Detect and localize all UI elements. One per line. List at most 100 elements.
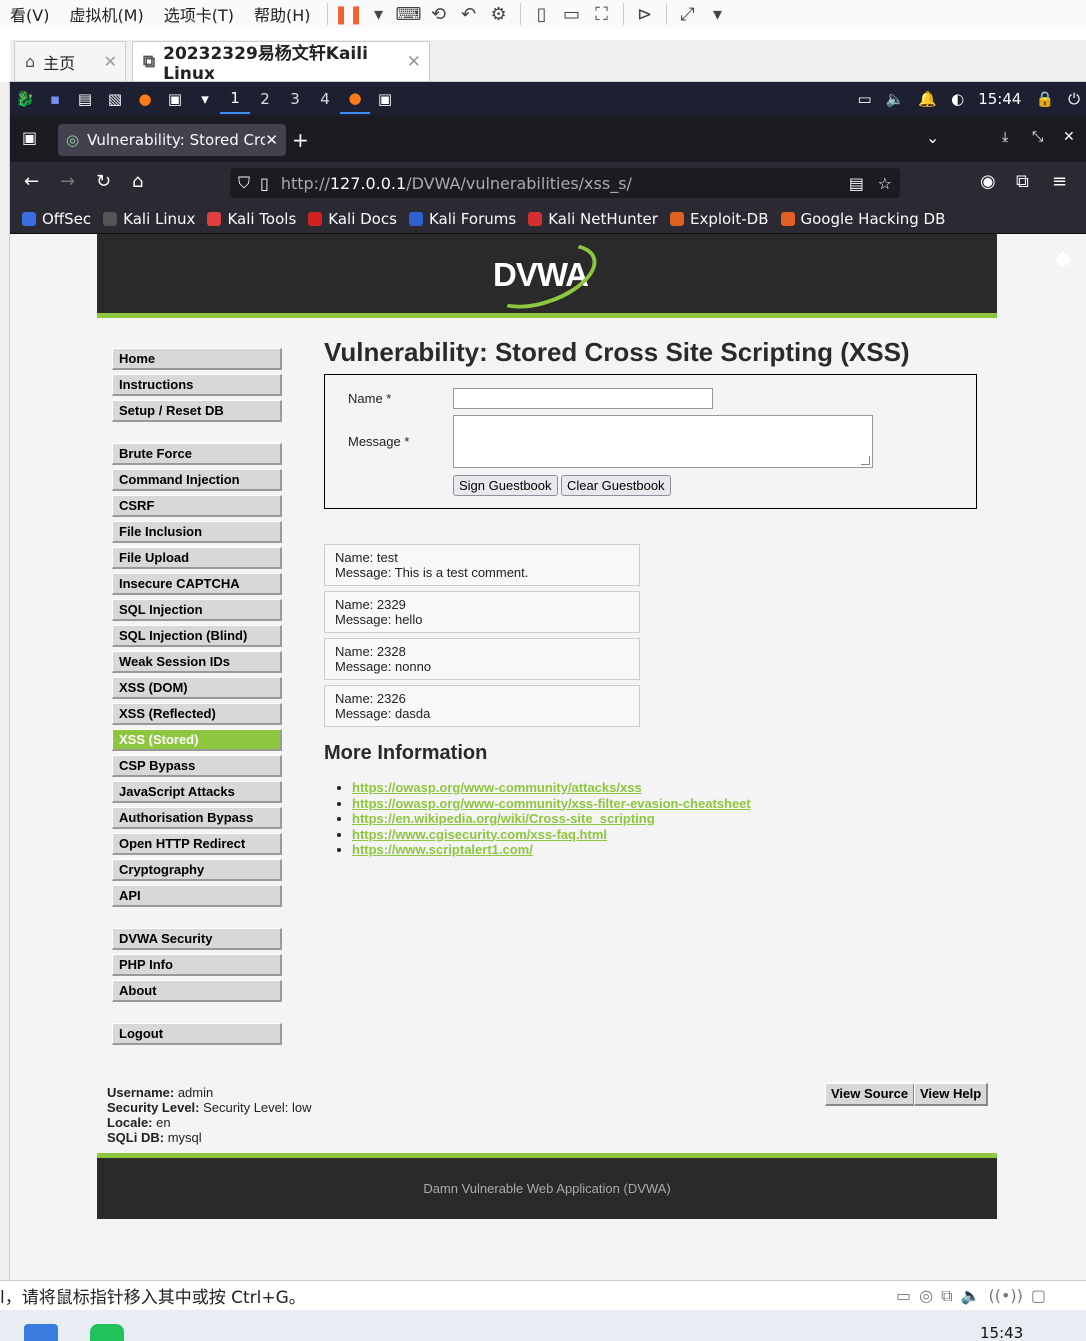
terminal-window-icon[interactable]: ▣ [370, 84, 400, 114]
url-bar[interactable]: ⛉ ▯ http:// 127.0.0.1 /DVWA/vulnerabilit… [230, 168, 900, 198]
sign-guestbook-button[interactable]: Sign Guestbook [453, 475, 558, 496]
sidebar-item-dvwa-security[interactable]: DVWA Security [112, 928, 282, 950]
hard-disk-icon[interactable]: ▭ [896, 1286, 911, 1306]
sidebar-item-authorisation-bypass[interactable]: Authorisation Bypass [112, 807, 282, 829]
wireless-icon[interactable]: ((•)) [988, 1286, 1022, 1306]
workspace-4[interactable]: 4 [310, 84, 340, 114]
back-icon[interactable]: ← [24, 171, 39, 192]
close-icon[interactable]: ✕ [104, 52, 117, 71]
list-tabs-icon[interactable]: ⌄ [926, 128, 939, 147]
account-icon[interactable]: ◉ [980, 171, 996, 192]
vm-menu-help[interactable]: 帮助(H) [244, 2, 321, 26]
sidebar-item-file-upload[interactable]: File Upload [112, 547, 282, 569]
windows-clock[interactable]: 15:43 [980, 1324, 1023, 1341]
vm-tab-kali[interactable]: ⧉ 20232329易杨文轩Kaili Linux ✕ [132, 41, 430, 84]
sound-icon[interactable]: 🔈 [961, 1286, 981, 1306]
sidebar-item-javascript-attacks[interactable]: JavaScript Attacks [112, 781, 282, 803]
workspace-3[interactable]: 3 [280, 84, 310, 114]
bookmark-item[interactable]: Exploit-DB [669, 210, 769, 228]
vm-menu-vm[interactable]: 虚拟机(M) [59, 2, 153, 26]
bookmark-item[interactable]: OffSec [22, 210, 91, 228]
send-keys-icon[interactable]: ⌨ [394, 2, 424, 26]
sidebar-item-open-http-redirect[interactable]: Open HTTP Redirect [112, 833, 282, 855]
name-field[interactable] [453, 388, 713, 409]
sidebar-item-sql-injection[interactable]: SQL Injection [112, 599, 282, 621]
fullscreen-icon[interactable]: ⛶ [587, 2, 617, 26]
revert-snapshot-icon[interactable]: ↶ [454, 2, 484, 26]
bookmark-item[interactable]: Kali Linux [103, 210, 195, 228]
display-icon[interactable]: ▭ [858, 90, 872, 108]
link-scriptalert1[interactable]: https://www.scriptalert1.com/ [352, 842, 533, 857]
sidebar-item-command-injection[interactable]: Command Injection [112, 469, 282, 491]
bookmark-item[interactable]: Kali Tools [207, 210, 296, 228]
file-manager-icon[interactable]: ▤ [70, 84, 100, 114]
sidebar-item-insecure-captcha[interactable]: Insecure CAPTCHA [112, 573, 282, 595]
view-source-button[interactable]: View Source [825, 1083, 916, 1106]
sidebar-item-setup-reset-db[interactable]: Setup / Reset DB [112, 400, 282, 422]
tab-overview-icon[interactable]: ▣ [22, 128, 37, 147]
extensions-icon[interactable]: ⧉ [1016, 171, 1029, 192]
show-desktop-icon[interactable]: ▪ [40, 84, 70, 114]
firefox-icon[interactable]: ● [130, 84, 160, 114]
network-icon[interactable]: ⧉ [941, 1286, 952, 1306]
chevron-down-icon[interactable]: ▾ [190, 84, 220, 114]
close-icon[interactable]: ✕ [265, 131, 278, 149]
bookmark-item[interactable]: Kali Docs [308, 210, 397, 228]
terminal-icon[interactable]: ▣ [160, 84, 190, 114]
kali-menu-icon[interactable]: 🐉 [10, 84, 40, 114]
sidebar-item-cryptography[interactable]: Cryptography [112, 859, 282, 881]
snapshot-icon[interactable]: ⟲ [424, 2, 454, 26]
close-icon[interactable]: ✕ [407, 52, 421, 72]
sidebar-item-weak-session-ids[interactable]: Weak Session IDs [112, 651, 282, 673]
message-log-icon[interactable]: ▢ [1031, 1286, 1046, 1306]
sidebar-item-xss-reflected[interactable]: XSS (Reflected) [112, 703, 282, 725]
firefox-window-icon[interactable]: ● [340, 84, 370, 114]
vm-tab-home[interactable]: ⌂ 主页 ✕ [14, 41, 126, 81]
bookmark-item[interactable]: Kali Forums [408, 210, 516, 228]
vm-menu-view[interactable]: 看(V) [0, 2, 59, 26]
theme-toggle-icon[interactable]: ✸ [1053, 246, 1073, 274]
sidebar-item-about[interactable]: About [112, 980, 282, 1002]
text-editor-icon[interactable]: ▧ [100, 84, 130, 114]
workspace-1[interactable]: 1 [220, 84, 250, 114]
wechat-icon[interactable] [90, 1324, 124, 1341]
link-owasp-xss[interactable]: https://owasp.org/www-community/attacks/… [352, 780, 642, 795]
volume-icon[interactable]: 🔈 [886, 90, 905, 108]
sidebar-item-php-info[interactable]: PHP Info [112, 954, 282, 976]
bookmark-star-icon[interactable]: ☆ [878, 174, 892, 193]
sidebar-item-logout[interactable]: Logout [112, 1023, 282, 1045]
new-tab-icon[interactable]: + [292, 128, 309, 152]
console-icon[interactable]: ⊳ [630, 2, 660, 26]
logout-icon[interactable]: ⏻ [1068, 90, 1080, 108]
link-cgisecurity[interactable]: https://www.cgisecurity.com/xss-faq.html [352, 827, 607, 842]
minimize-icon[interactable]: ⤓ [1002, 129, 1008, 145]
browser-tab[interactable]: ◎ Vulnerability: Stored Cros ✕ [58, 124, 286, 156]
page-icon[interactable]: ▯ [260, 174, 269, 193]
close-window-icon[interactable]: ✕ [1063, 129, 1075, 145]
stretch-icon[interactable]: ⤢ [673, 2, 703, 26]
snapshot-manager-icon[interactable]: ⚙ [484, 2, 514, 26]
sidebar-item-api[interactable]: API [112, 885, 282, 907]
link-wikipedia[interactable]: https://en.wikipedia.org/wiki/Cross-site… [352, 811, 655, 826]
forward-icon[interactable]: → [60, 171, 75, 192]
home-icon[interactable]: ⌂ [132, 171, 143, 192]
menu-icon[interactable]: ≡ [1052, 171, 1067, 192]
thumbnail-view-icon[interactable]: ▭ [557, 2, 587, 26]
clear-guestbook-button[interactable]: Clear Guestbook [561, 475, 671, 496]
reload-icon[interactable]: ↻ [96, 171, 111, 192]
chevron-down-icon[interactable]: ▾ [703, 2, 733, 26]
sidebar-view-icon[interactable]: ▯ [527, 2, 557, 26]
message-field[interactable] [453, 415, 873, 468]
clock[interactable]: 15:44 [978, 90, 1021, 108]
sidebar-item-file-inclusion[interactable]: File Inclusion [112, 521, 282, 543]
sidebar-item-csp-bypass[interactable]: CSP Bypass [112, 755, 282, 777]
cd-icon[interactable]: ◎ [919, 1286, 933, 1306]
vm-menu-tabs[interactable]: 选项卡(T) [154, 2, 244, 26]
app-icon[interactable] [24, 1324, 58, 1341]
sidebar-item-home[interactable]: Home [112, 348, 282, 370]
sidebar-item-instructions[interactable]: Instructions [112, 374, 282, 396]
pause-icon[interactable]: ❚❚ [333, 2, 363, 26]
sidebar-item-csrf[interactable]: CSRF [112, 495, 282, 517]
power-icon[interactable]: ◐ [951, 90, 964, 108]
sidebar-item-xss-stored[interactable]: XSS (Stored) [112, 729, 282, 751]
